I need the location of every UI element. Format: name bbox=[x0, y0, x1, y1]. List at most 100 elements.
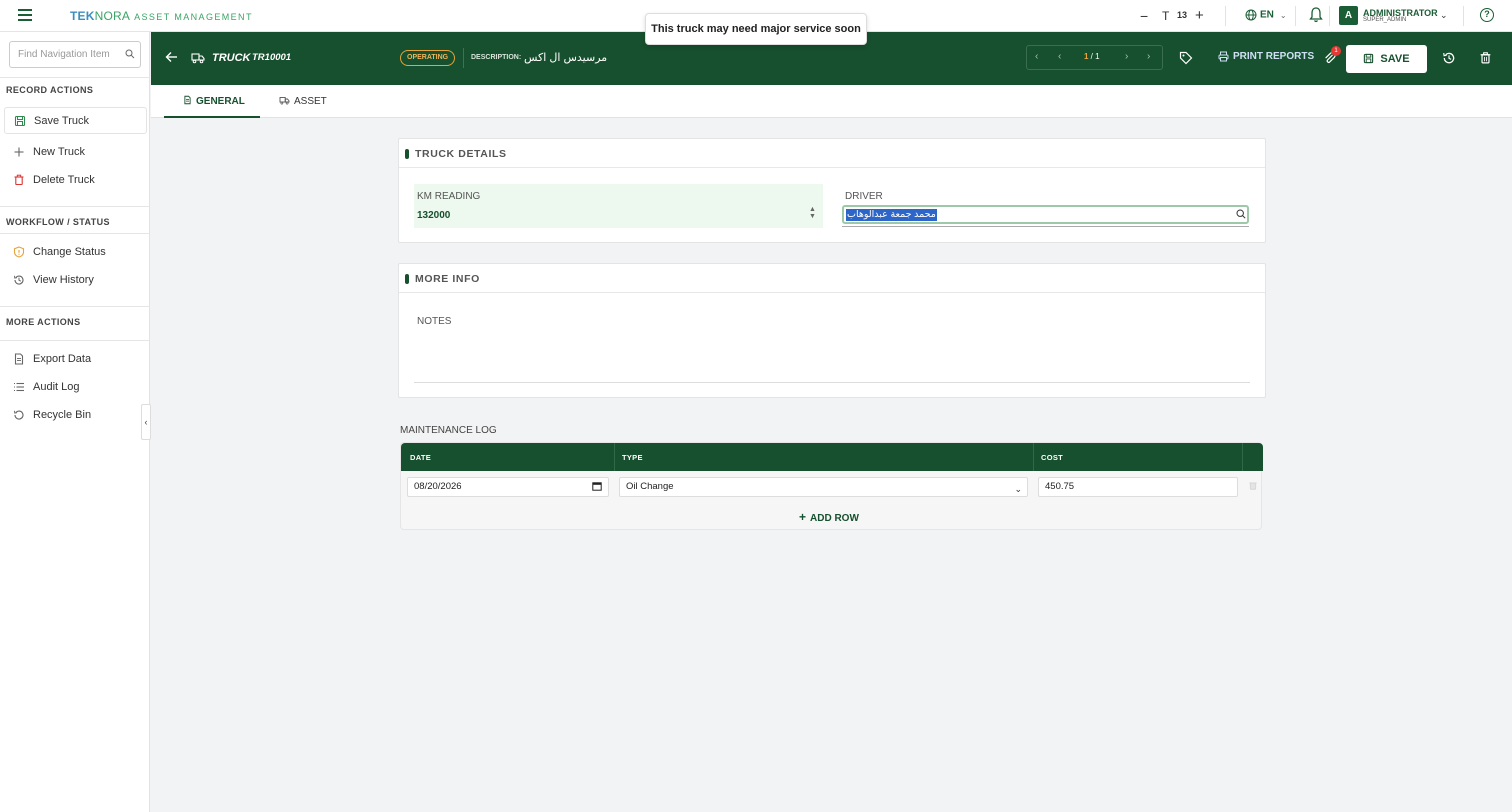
plus-icon bbox=[14, 147, 24, 157]
search-icon[interactable] bbox=[1236, 209, 1246, 219]
divider bbox=[463, 48, 464, 68]
sidebar-item-audit-log[interactable]: Audit Log bbox=[4, 374, 147, 401]
sidebar-item-label: Recycle Bin bbox=[33, 409, 92, 421]
navigation-search-input[interactable] bbox=[9, 41, 141, 68]
truck-icon bbox=[279, 96, 290, 105]
list-icon bbox=[14, 382, 24, 392]
more-info-card: MORE INFO NOTES bbox=[398, 263, 1266, 398]
chevron-down-icon: ⌄ bbox=[1279, 10, 1287, 20]
divider bbox=[1329, 6, 1330, 26]
divider bbox=[0, 233, 150, 234]
maintenance-log-grid: DATE TYPE COST 08/20/2026 Oil Change ⌄ 4… bbox=[400, 442, 1263, 530]
save-icon bbox=[14, 115, 26, 127]
tab-asset[interactable]: ASSET bbox=[279, 85, 359, 118]
zoom-in-button[interactable]: + bbox=[1195, 7, 1204, 24]
back-arrow-icon[interactable] bbox=[165, 51, 178, 63]
sidebar-item-export-data[interactable]: Export Data bbox=[4, 346, 147, 373]
driver-value: محمد جمعة عبدالوهاب bbox=[846, 209, 937, 221]
bell-icon[interactable] bbox=[1309, 7, 1323, 23]
number-stepper[interactable]: ▲ ▼ bbox=[809, 206, 816, 220]
notes-underline bbox=[414, 382, 1250, 383]
print-reports-button[interactable]: PRINT REPORTS bbox=[1218, 51, 1314, 62]
tag-icon[interactable] bbox=[1179, 51, 1193, 65]
language-selector[interactable]: EN ⌄ bbox=[1245, 9, 1287, 21]
section-workflow-status: WORKFLOW / STATUS bbox=[6, 217, 110, 227]
calendar-icon[interactable] bbox=[592, 481, 602, 491]
truck-details-card: TRUCK DETAILS KM READING 132000 ▲ ▼ DRIVE… bbox=[398, 138, 1266, 243]
section-marker bbox=[405, 149, 409, 159]
save-button[interactable]: SAVE bbox=[1346, 45, 1427, 73]
sidebar-item-label: Audit Log bbox=[33, 381, 80, 393]
sidebar-item-label: New Truck bbox=[33, 146, 85, 158]
chevron-down-icon: ⌄ bbox=[1014, 484, 1022, 494]
user-role: SUPER_ADMIN bbox=[1363, 17, 1407, 23]
cost-input[interactable]: 450.75 bbox=[1038, 477, 1238, 497]
notification-toast: This truck may need major service soon bbox=[645, 13, 867, 45]
last-page-icon[interactable]: › bbox=[1147, 51, 1150, 62]
divider bbox=[1463, 6, 1464, 26]
shield-icon bbox=[13, 246, 25, 258]
sidebar-item-view-history[interactable]: View History bbox=[4, 267, 147, 294]
section-title: MORE INFO bbox=[415, 273, 480, 285]
globe-icon bbox=[1245, 9, 1257, 21]
sidebar: RECORD ACTIONS Save Truck New Truck Dele… bbox=[0, 32, 150, 812]
notes-textarea[interactable] bbox=[414, 332, 1250, 382]
add-row-button[interactable]: + ADD ROW bbox=[799, 510, 859, 524]
document-icon bbox=[184, 96, 191, 105]
sidebar-item-recycle-bin[interactable]: Recycle Bin bbox=[4, 402, 147, 429]
type-select[interactable]: Oil Change ⌄ bbox=[619, 477, 1028, 497]
next-page-icon[interactable]: › bbox=[1125, 51, 1128, 62]
attachment-count-badge: 1 bbox=[1331, 46, 1341, 56]
sidebar-item-label: View History bbox=[33, 274, 94, 286]
tab-general[interactable]: GENERAL bbox=[164, 85, 260, 118]
column-header-date: DATE bbox=[410, 453, 432, 462]
hamburger-menu-icon[interactable] bbox=[18, 9, 32, 21]
sidebar-item-label: Save Truck bbox=[34, 115, 90, 127]
column-divider bbox=[614, 443, 615, 471]
sidebar-item-delete-truck[interactable]: Delete Truck bbox=[4, 167, 147, 194]
sidebar-item-label: Delete Truck bbox=[33, 174, 95, 186]
divider bbox=[0, 306, 150, 307]
km-reading-field[interactable]: KM READING 132000 ▲ ▼ bbox=[414, 184, 823, 228]
column-divider bbox=[1242, 443, 1243, 471]
driver-label: DRIVER bbox=[845, 191, 883, 202]
divider bbox=[1225, 6, 1226, 26]
trash-icon[interactable] bbox=[1479, 51, 1492, 65]
record-id: TR10001 bbox=[252, 52, 292, 63]
column-divider bbox=[1033, 443, 1034, 471]
status-badge[interactable]: OPERATING bbox=[400, 50, 456, 66]
delete-row-icon[interactable] bbox=[1248, 480, 1258, 491]
divider bbox=[1295, 6, 1296, 26]
sidebar-item-change-status[interactable]: Change Status bbox=[4, 239, 147, 266]
sidebar-item-save-truck[interactable]: Save Truck bbox=[4, 107, 147, 134]
divider bbox=[399, 167, 1265, 168]
plus-icon: + bbox=[799, 510, 807, 524]
font-size-icon: T bbox=[1162, 9, 1170, 23]
sidebar-collapse-button[interactable]: ‹ bbox=[141, 404, 151, 440]
search-icon bbox=[125, 49, 135, 59]
sidebar-item-label: Export Data bbox=[33, 353, 92, 365]
sidebar-item-new-truck[interactable]: New Truck bbox=[4, 139, 147, 166]
date-input[interactable]: 08/20/2026 bbox=[407, 477, 609, 497]
column-header-cost: COST bbox=[1041, 453, 1064, 462]
trash-icon bbox=[14, 174, 24, 186]
description-label: DESCRIPTION: bbox=[471, 54, 522, 61]
section-title: TRUCK DETAILS bbox=[415, 148, 507, 160]
history-icon[interactable] bbox=[1442, 51, 1456, 65]
section-marker bbox=[405, 274, 409, 284]
avatar[interactable]: A bbox=[1339, 6, 1358, 25]
divider bbox=[0, 77, 150, 78]
first-page-icon[interactable]: ‹ bbox=[1035, 51, 1038, 62]
help-icon[interactable]: ? bbox=[1480, 8, 1494, 22]
notes-label: NOTES bbox=[417, 316, 452, 327]
km-reading-value[interactable]: 132000 bbox=[417, 210, 450, 221]
driver-lookup-input[interactable]: محمد جمعة عبدالوهاب bbox=[842, 205, 1249, 224]
section-more-actions: MORE ACTIONS bbox=[6, 317, 81, 327]
user-menu-chevron-icon[interactable]: ⌄ bbox=[1440, 10, 1448, 21]
driver-underline bbox=[842, 226, 1249, 227]
divider bbox=[0, 206, 150, 207]
grid-header: DATE TYPE COST bbox=[401, 443, 1263, 471]
printer-icon bbox=[1218, 51, 1229, 62]
zoom-out-button[interactable]: − bbox=[1140, 8, 1148, 24]
previous-page-icon[interactable]: ‹ bbox=[1058, 51, 1061, 62]
